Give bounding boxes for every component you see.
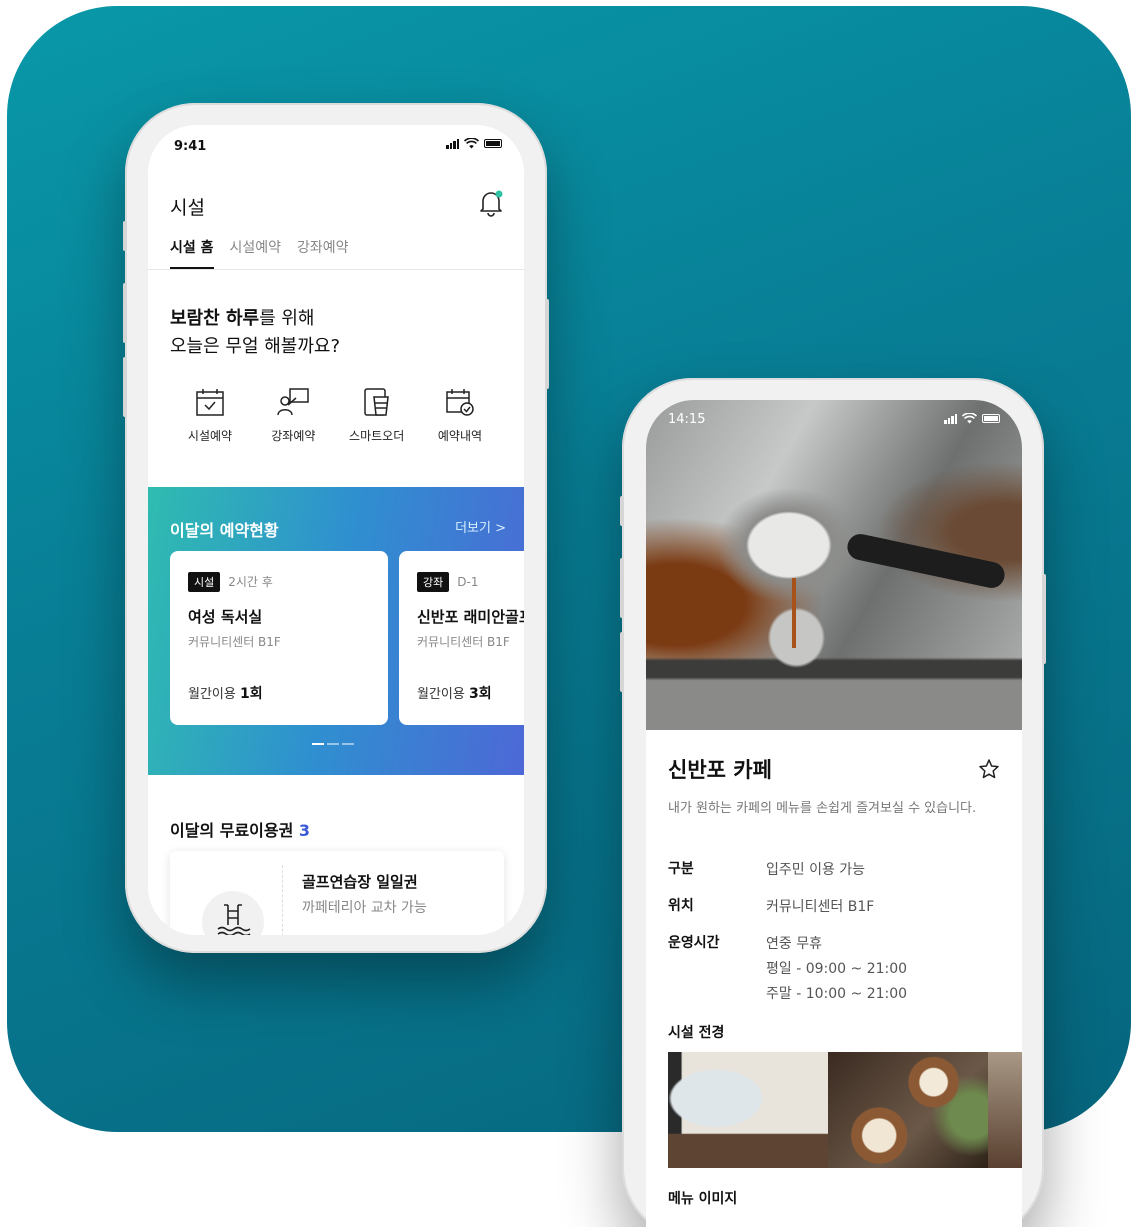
info-key: 운영시간 (668, 935, 720, 951)
reservation-name: 여성 독서실 (188, 608, 263, 626)
tab-bar: 시설 홈 시설예약 강좌예약 (170, 237, 349, 269)
reservation-location: 커뮤니티센터 B1F (188, 635, 281, 649)
tab-facility-reservation[interactable]: 시설예약 (230, 237, 282, 269)
tab-lecture-reservation[interactable]: 강좌예약 (297, 237, 349, 269)
info-value: 연중 무휴 평일 - 09:00 ~ 21:00 주말 - 10:00 ~ 21… (766, 936, 908, 1002)
battery-icon (982, 414, 1000, 423)
phone-cafe-detail: 14:15 신반포 카페 내가 원하는 카페의 메뉴를 손쉽게 즐겨보실 수 있… (620, 378, 1046, 1227)
category-badge: 강좌 (417, 572, 450, 592)
quick-facility-reservation[interactable]: 시설예약 (170, 387, 250, 444)
quick-label: 강좌예약 (271, 429, 316, 443)
page-title: 시설 (170, 197, 205, 219)
quick-reservation-history[interactable]: 예약내역 (420, 387, 500, 444)
reservation-history-icon (446, 389, 474, 416)
cafe-detail-panel: 신반포 카페 내가 원하는 카페의 메뉴를 손쉽게 즐겨보실 수 있습니다. 구… (646, 730, 1022, 1227)
star-icon[interactable] (978, 758, 1000, 780)
facility-gallery[interactable] (668, 1052, 1022, 1168)
quick-label: 시설예약 (187, 429, 233, 443)
reservation-when: 2시간 후 (228, 575, 273, 589)
reservation-name: 신반포 래미안골프 (417, 608, 524, 626)
free-voucher-title: 이달의 무료이용권 3 (170, 821, 311, 840)
lecture-icon (277, 388, 310, 416)
status-bar: 14:15 (646, 400, 1022, 436)
portafilter-handle (845, 531, 1007, 591)
bell-icon[interactable] (478, 189, 504, 217)
quick-lecture-reservation[interactable]: 강좌예약 (253, 387, 333, 444)
gallery-photo-coffee[interactable] (828, 1052, 988, 1168)
screen-facility-home: 9:41 시설 시설 홈 시설예약 강좌예약 보람찬 하루를 위해 오늘은 무얼… (148, 125, 524, 935)
monthly-reservations: 이달의 예약현황 더보기 > 시설 2시간 후 여성 독서실 커뮤니티센터 B1F… (148, 487, 524, 775)
calendar-check-icon (196, 389, 224, 416)
gallery-title: 시설 전경 (668, 1025, 725, 1041)
gallery-photo-interior[interactable] (668, 1052, 828, 1168)
tab-divider (148, 269, 524, 270)
greeting-bold: 보람찬 하루 (170, 308, 260, 329)
battery-icon (484, 139, 502, 148)
menu-image-title: 메뉴 이미지 (668, 1191, 738, 1207)
cafe-hero-image (646, 400, 1022, 730)
reservation-card[interactable]: 강좌 D-1 신반포 래미안골프 커뮤니티센터 B1F 월간이용 3회 (399, 551, 524, 725)
wifi-icon (962, 413, 977, 424)
quick-menu: 시설예약 강좌예약 스마트오더 예약내역 (170, 387, 500, 444)
smart-order-icon (363, 388, 389, 416)
status-bar: 9:41 (148, 125, 524, 165)
status-time: 14:15 (668, 412, 706, 427)
espresso-stream (792, 578, 796, 648)
reservation-when: D-1 (457, 575, 479, 589)
screen-cafe-detail: 14:15 신반포 카페 내가 원하는 카페의 메뉴를 손쉽게 즐겨보실 수 있… (646, 400, 1022, 1227)
carousel-dots (312, 743, 354, 745)
info-value: 입주민 이용 가능 (766, 862, 866, 878)
info-key: 구분 (668, 861, 694, 877)
gallery-photo-partial[interactable] (988, 1052, 1022, 1168)
voucher-avatar (202, 891, 264, 935)
reservation-location: 커뮤니티센터 B1F (417, 635, 510, 649)
wifi-icon (464, 138, 479, 149)
voucher-name: 골프연습장 일일권 (302, 873, 418, 891)
cafe-title: 신반포 카페 (668, 758, 772, 782)
voucher-card[interactable]: 골프연습장 일일권 까페테리아 교차 가능 (170, 851, 504, 935)
cafe-description: 내가 원하는 카페의 메뉴를 손쉽게 즐겨보실 수 있습니다. (668, 801, 977, 816)
greeting-line2: 오늘은 무얼 해볼까요? (170, 336, 341, 357)
quick-label: 예약내역 (437, 429, 483, 443)
quick-label: 스마트오더 (349, 429, 405, 443)
category-badge: 시설 (188, 572, 221, 592)
reservation-card[interactable]: 시설 2시간 후 여성 독서실 커뮤니티센터 B1F 월간이용 1회 (170, 551, 388, 725)
phone-facility-home: 9:41 시설 시설 홈 시설예약 강좌예약 보람찬 하루를 위해 오늘은 무얼… (123, 103, 549, 953)
voucher-subtitle: 까페테리아 교차 가능 (302, 900, 427, 916)
free-voucher-count: 3 (298, 821, 311, 840)
ticket-tear-line (282, 865, 283, 935)
more-link[interactable]: 더보기 > (455, 517, 506, 536)
greeting-rest: 를 위해 (259, 308, 315, 329)
info-key: 위치 (668, 898, 694, 914)
monthly-title: 이달의 예약현황 (170, 521, 279, 540)
swimming-pool-icon (217, 904, 251, 935)
reservation-usage: 월간이용 1회 (188, 686, 263, 702)
signal-icon (446, 138, 459, 149)
signal-icon (944, 413, 957, 424)
reservation-usage: 월간이용 3회 (417, 686, 492, 702)
tab-facility-home[interactable]: 시설 홈 (170, 237, 214, 269)
greeting: 보람찬 하루를 위해 오늘은 무얼 해볼까요? (170, 305, 340, 361)
status-time: 9:41 (174, 139, 207, 154)
info-value: 커뮤니티센터 B1F (766, 899, 875, 915)
quick-smart-order[interactable]: 스마트오더 (337, 387, 417, 444)
